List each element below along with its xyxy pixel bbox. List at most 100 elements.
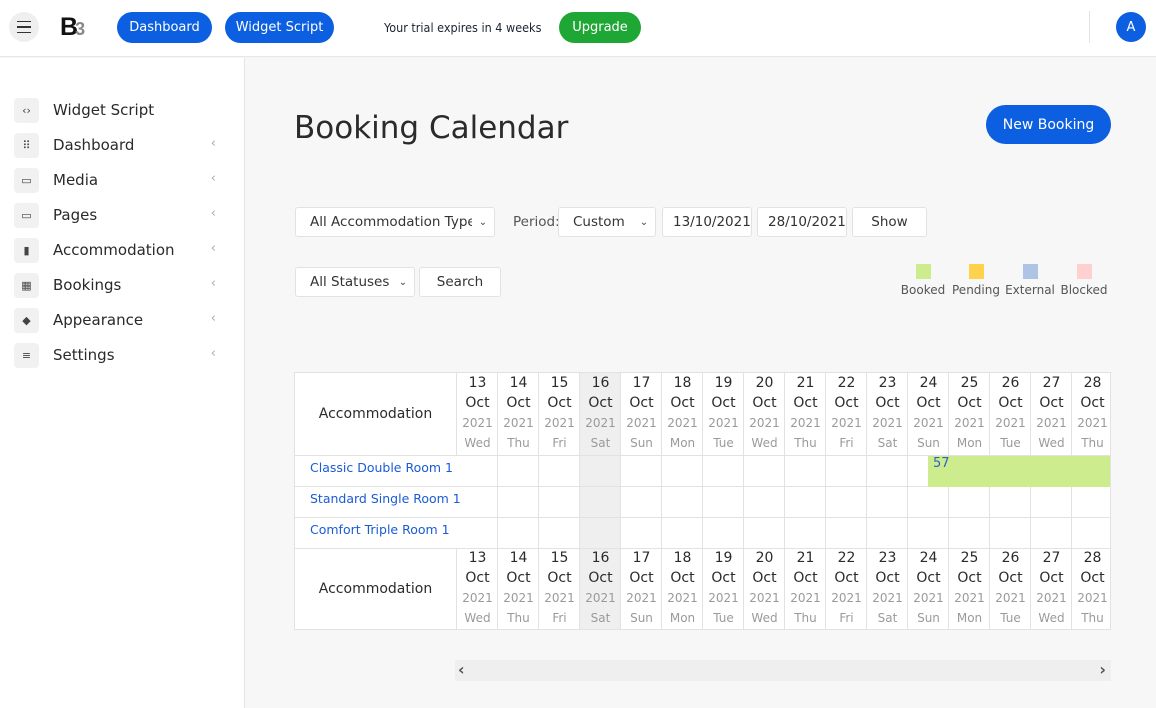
day-footer: 18 Oct 2021 Mon [662, 548, 703, 630]
date-from-input[interactable]: 13/10/2021 [662, 207, 752, 237]
day-year: 2021 [585, 416, 616, 430]
day-footer: 27 Oct 2021 Wed [1031, 548, 1072, 630]
image-icon: ▭ [14, 167, 39, 193]
day-column: 24 Oct 2021 Sun 24 Oct 2021 Sun [908, 373, 949, 629]
day-month: Oct [711, 395, 736, 411]
booking-bar[interactable]: 57 [928, 456, 1110, 487]
sidebar-item-media[interactable]: ▭ Media ‹ [14, 166, 224, 194]
legend-label: Blocked [1060, 283, 1108, 297]
day-column: 25 Oct 2021 Mon 25 Oct 2021 Mon [949, 373, 990, 629]
chevron-left-icon[interactable]: ‹ [211, 346, 216, 361]
day-year: 2021 [1077, 591, 1108, 605]
day-day: 13 [468, 550, 487, 566]
day-weekday: Thu [1081, 436, 1104, 450]
day-year: 2021 [954, 591, 985, 605]
day-month: Oct [916, 395, 941, 411]
booking-id: 57 [933, 456, 950, 471]
day-weekday: Mon [956, 436, 983, 450]
search-button[interactable]: Search [419, 267, 501, 297]
sidebar-item-dashboard[interactable]: ⠿ Dashboard ‹ [14, 131, 224, 159]
day-month: Oct [465, 395, 490, 411]
chevron-left-icon[interactable]: ‹ [211, 311, 216, 326]
sliders-icon: ≡ [14, 342, 39, 368]
day-weekday: Mon [669, 436, 696, 450]
sidebar-item-settings[interactable]: ≡ Settings ‹ [14, 341, 224, 369]
day-footer: 16 Oct 2021 Sat [580, 548, 621, 630]
day-month: Oct [670, 570, 695, 586]
room-link[interactable]: Standard Single Room 1 [310, 491, 461, 506]
status-select[interactable]: All Statuses ⌄ [295, 267, 415, 297]
day-weekday: Sat [590, 436, 611, 450]
menu-toggle-button[interactable] [9, 12, 39, 42]
day-weekday: Wed [751, 436, 778, 450]
chevron-left-icon[interactable]: ‹ [211, 206, 216, 221]
day-weekday: Thu [794, 611, 817, 625]
chevron-left-icon[interactable]: ‹ [211, 241, 216, 256]
day-year: 2021 [1036, 591, 1067, 605]
day-month: Oct [1080, 570, 1105, 586]
day-month: Oct [957, 570, 982, 586]
day-month: Oct [916, 570, 941, 586]
date-to-value: 28/10/2021 [768, 214, 846, 230]
chevron-left-icon[interactable]: ‹ [211, 276, 216, 291]
day-footer: 22 Oct 2021 Fri [826, 548, 867, 630]
day-weekday: Tue [713, 611, 734, 625]
new-booking-button[interactable]: New Booking [986, 105, 1111, 144]
day-day: 16 [591, 550, 610, 566]
scroll-left-icon[interactable]: ‹ [458, 660, 465, 679]
day-footer: 17 Oct 2021 Sun [621, 548, 662, 630]
day-footer: 13 Oct 2021 Wed [457, 548, 498, 630]
sidebar-item-label: Settings [53, 346, 115, 364]
chevron-left-icon[interactable]: ‹ [211, 136, 216, 151]
day-day: 15 [550, 375, 569, 391]
sidebar-item-widget-script[interactable]: ‹› Widget Script [14, 96, 224, 124]
legend-swatch [1022, 264, 1038, 279]
avatar[interactable]: A [1116, 12, 1146, 42]
day-weekday: Thu [507, 436, 530, 450]
day-year: 2021 [1036, 416, 1067, 430]
day-weekday: Sat [877, 436, 898, 450]
logo[interactable]: B3 [60, 13, 85, 42]
sidebar-item-appearance[interactable]: ◆ Appearance ‹ [14, 306, 224, 334]
sidebar-item-bookings[interactable]: ▦ Bookings ‹ [14, 271, 224, 299]
sidebar-item-accommodation[interactable]: ▮ Accommodation ‹ [14, 236, 224, 264]
day-year: 2021 [667, 591, 698, 605]
day-column: 28 Oct 2021 Thu 28 Oct 2021 Thu [1072, 373, 1113, 629]
room-link[interactable]: Comfort Triple Room 1 [310, 522, 450, 537]
hamburger-icon-line [17, 26, 31, 28]
period-select[interactable]: Custom ⌄ [558, 207, 656, 237]
chevron-left-icon[interactable]: ‹ [211, 171, 216, 186]
day-year: 2021 [872, 416, 903, 430]
day-footer: 21 Oct 2021 Thu [785, 548, 826, 630]
accommodation-type-select[interactable]: All Accommodation Types ⌄ [295, 207, 495, 237]
day-month: Oct [752, 395, 777, 411]
day-year: 2021 [995, 591, 1026, 605]
scroll-right-icon[interactable]: › [1099, 660, 1106, 679]
sidebar-item-label: Media [53, 171, 99, 189]
day-month: Oct [506, 395, 531, 411]
day-header: 22 Oct 2021 Fri [826, 373, 867, 455]
day-weekday: Thu [507, 611, 530, 625]
upgrade-button[interactable]: Upgrade [559, 12, 641, 43]
day-month: Oct [834, 395, 859, 411]
horizontal-scrollbar[interactable]: ‹ › [455, 660, 1111, 681]
day-day: 19 [714, 550, 733, 566]
hamburger-icon-line [17, 20, 31, 23]
day-footer: 28 Oct 2021 Thu [1072, 548, 1113, 630]
day-footer: 14 Oct 2021 Thu [498, 548, 539, 630]
widget-script-button[interactable]: Widget Script [225, 12, 334, 43]
room-link[interactable]: Classic Double Room 1 [310, 460, 453, 475]
sidebar-item-pages[interactable]: ▭ Pages ‹ [14, 201, 224, 229]
day-weekday: Tue [1000, 436, 1021, 450]
show-button[interactable]: Show [852, 207, 927, 237]
dashboard-button[interactable]: Dashboard [117, 12, 212, 43]
day-day: 14 [509, 550, 528, 566]
day-weekday: Fri [839, 436, 854, 450]
date-to-input[interactable]: 28/10/2021 [757, 207, 847, 237]
building-icon: ▮ [14, 237, 39, 263]
day-header: 27 Oct 2021 Wed [1031, 373, 1072, 455]
day-footer: 23 Oct 2021 Sat [867, 548, 908, 630]
day-day: 28 [1083, 550, 1102, 566]
day-year: 2021 [995, 416, 1026, 430]
day-day: 14 [509, 375, 528, 391]
